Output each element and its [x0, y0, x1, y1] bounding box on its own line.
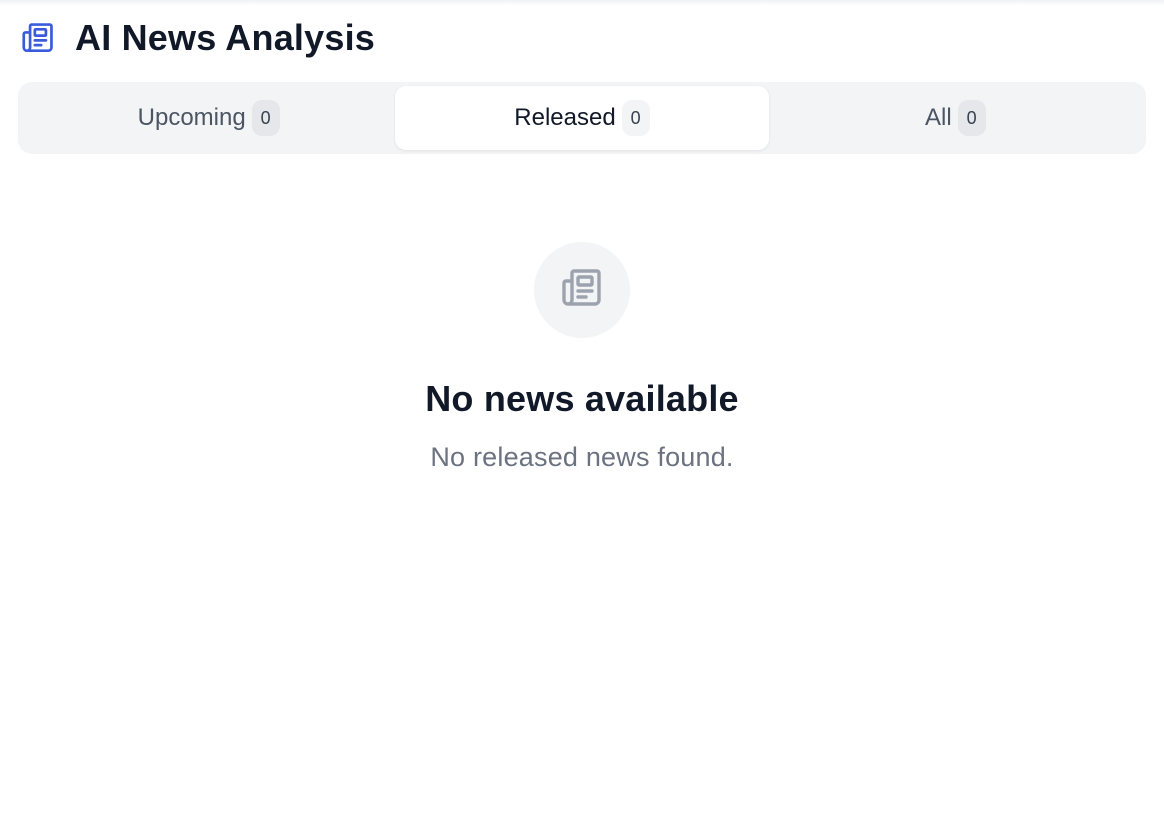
tab-bar: Upcoming 0 Released 0 All 0	[18, 82, 1146, 154]
tab-released[interactable]: Released 0	[395, 86, 769, 150]
tab-all[interactable]: All 0	[769, 86, 1142, 150]
tab-label: Upcoming	[137, 104, 246, 131]
page-header: AI News Analysis	[19, 17, 375, 58]
tab-label: All	[924, 104, 952, 131]
empty-state-title: No news available	[425, 378, 739, 419]
newspaper-icon	[19, 19, 57, 57]
tab-upcoming[interactable]: Upcoming 0	[22, 86, 395, 150]
page-title: AI News Analysis	[75, 17, 375, 58]
newspaper-icon	[558, 264, 606, 317]
empty-state-icon-container	[534, 242, 630, 338]
empty-state-subtitle: No released news found.	[430, 442, 734, 472]
tab-count-badge: 0	[621, 100, 650, 136]
page: AI News Analysis Upcoming 0 Released 0 A…	[0, 0, 1164, 836]
tab-count-badge: 0	[251, 100, 280, 136]
top-bar-shadow	[0, 0, 1164, 6]
tab-label: Released	[514, 104, 616, 131]
tab-count-badge: 0	[957, 100, 986, 136]
empty-state: No news available No released news found…	[0, 242, 1164, 473]
